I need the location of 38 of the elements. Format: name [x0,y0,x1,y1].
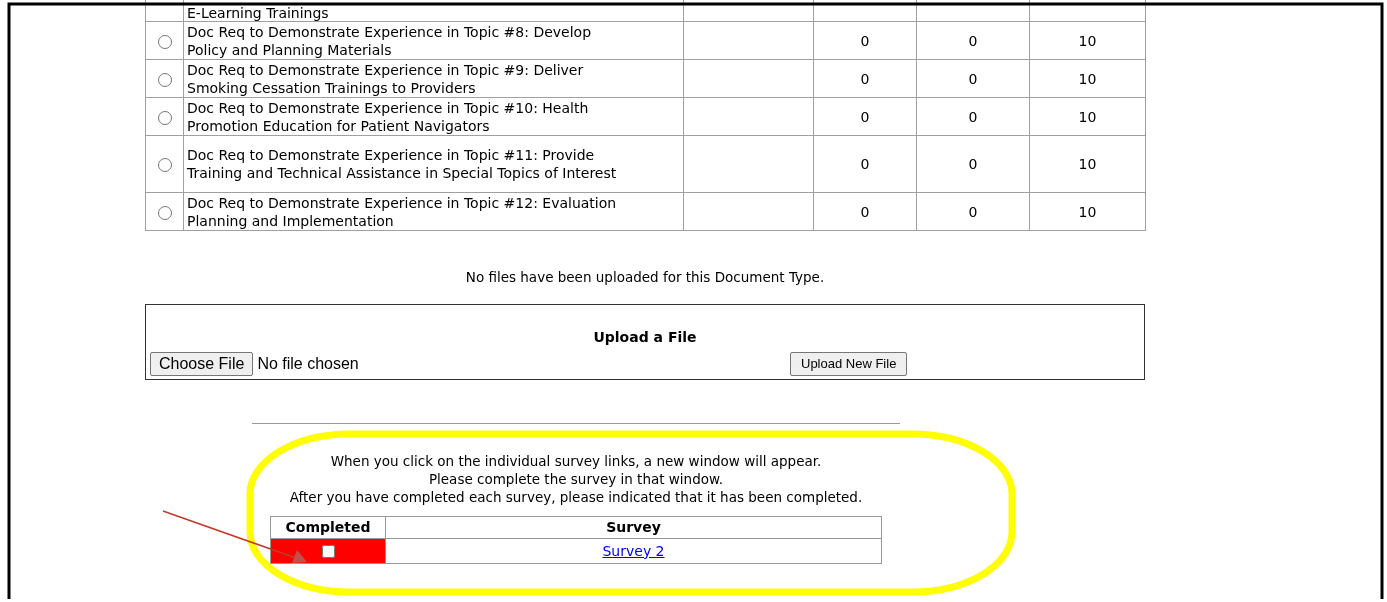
table-cell: 0 [916,192,1030,231]
survey-link[interactable]: Survey 2 [602,542,665,559]
radio-button[interactable] [157,34,172,49]
radio-button[interactable] [157,205,172,220]
column-header: Survey [385,516,882,539]
table-cell: 0 [813,192,917,231]
file-status: No file chosen [257,354,359,375]
table-cell: 10 [1029,97,1146,136]
table-cell: Doc Req to Demonstrate Experience in Topic #12: Evaluation Planning and Implementation [183,192,684,231]
radio-button[interactable] [157,158,172,172]
table-cell: 0 [916,59,1030,98]
table-cell: 0 [916,135,1030,193]
checkbox[interactable] [321,545,335,559]
status-message: No files have been uploaded for this Document Type. [464,268,826,287]
instruction-text: When you click on the individual survey links, a new window will appear. [329,452,823,471]
column-header: Completed [270,516,386,539]
table-cell: Doc Req to Demonstrate Experience in Topic #9: Deliver Smoking Cessation Trainings to Providers [183,59,684,98]
table-cell: 10 [1029,192,1146,231]
upload-button[interactable]: Upload New File [790,352,908,377]
table-cell: 0 [813,59,917,98]
table-cell: Doc Req to Demonstrate Experience in Topic #10: Health Promotion Education for Patient Navigators [183,97,684,136]
choose-file-button[interactable]: Choose File [150,352,254,377]
instruction-text: After you have completed each survey, please indicated that it has been completed. [288,488,864,507]
radio-button[interactable] [157,110,172,125]
table-cell: Doc Req to Demonstrate Experience in Topic #11: Provide Training and Technical Assistance in Special Topics of Interest [183,135,684,193]
table-cell: 10 [1029,59,1146,98]
table-cell: 10 [1029,21,1146,60]
table-cell: 0 [916,21,1030,60]
instruction-text: Please complete the survey in that window. [427,470,725,489]
table-cell: 10 [1029,135,1146,193]
table-cell: 0 [916,97,1030,136]
upload-title: Upload a File [592,328,698,348]
table-cell: Doc Req to Demonstrate Experience in Topic #8: Develop Policy and Planning Materials [183,21,684,60]
table-cell: 0 [813,135,917,193]
table-cell: 0 [813,21,917,60]
radio-button[interactable] [157,72,172,87]
table-cell: E-Learning Trainings [183,0,684,22]
table-cell: 0 [813,97,917,136]
